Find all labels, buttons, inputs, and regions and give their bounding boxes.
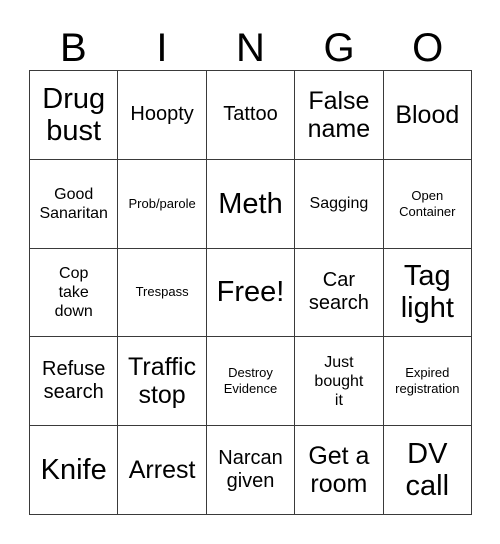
bingo-cell-label: Good Sanaritan — [39, 185, 108, 222]
bingo-grid: Drug bust Hoopty Tattoo False name Blood… — [29, 70, 472, 515]
bingo-cell[interactable]: Prob/parole — [118, 159, 207, 249]
bingo-cell[interactable]: Hoopty — [118, 71, 207, 160]
bingo-cell[interactable]: Meth — [206, 159, 296, 249]
bingo-cell[interactable]: Drug bust — [30, 71, 119, 160]
bingo-cell[interactable]: Narcan given — [206, 426, 296, 515]
bingo-cell[interactable]: Just bought it — [295, 337, 384, 427]
bingo-cell-label: Narcan given — [218, 447, 283, 493]
bingo-header-row: B I N G O — [29, 14, 472, 70]
bingo-cell[interactable]: Open Container — [383, 159, 472, 249]
bingo-cell[interactable]: DV call — [383, 426, 472, 515]
bingo-cell-label: Trespass — [135, 284, 189, 300]
bingo-cell-label: Traffic stop — [128, 353, 197, 410]
bingo-cell-label: Tag light — [400, 260, 454, 325]
bingo-cell-free[interactable]: Free! — [206, 248, 296, 338]
bingo-card: B I N G O Drug bust Hoopty Tattoo False … — [0, 0, 500, 544]
bingo-cell-label: Tattoo — [223, 103, 278, 126]
bingo-cell-label: Meth — [218, 187, 283, 220]
bingo-cell-label: Knife — [40, 454, 107, 487]
bingo-cell[interactable]: Refuse search — [30, 337, 119, 427]
bingo-cell-label: Hoopty — [130, 103, 194, 126]
bingo-cell[interactable]: Good Sanaritan — [30, 159, 119, 249]
header-letter-g: G — [323, 26, 355, 70]
bingo-cell-label: False name — [307, 86, 371, 143]
bingo-cell-label: Expired registration — [395, 365, 460, 397]
bingo-cell-label: DV call — [405, 438, 450, 503]
bingo-cell[interactable]: Tattoo — [206, 71, 296, 160]
bingo-cell[interactable]: False name — [295, 71, 384, 160]
bingo-cell-label: Refuse search — [42, 358, 106, 404]
header-letter-i: I — [156, 26, 168, 70]
bingo-cell[interactable]: Trespass — [118, 248, 207, 338]
bingo-cell-label: Destroy Evidence — [223, 365, 278, 397]
header-letter-b: B — [59, 26, 87, 70]
bingo-cell-label: Prob/parole — [128, 195, 196, 211]
bingo-cell-label: Arrest — [128, 456, 196, 485]
bingo-cell[interactable]: Knife — [30, 426, 119, 515]
bingo-cell[interactable]: Tag light — [383, 248, 472, 338]
bingo-cell-label: Just bought it — [314, 353, 364, 409]
bingo-cell-label: Car search — [308, 269, 369, 315]
bingo-cell[interactable]: Destroy Evidence — [206, 337, 296, 427]
bingo-cell[interactable]: Arrest — [118, 426, 207, 515]
bingo-cell-label: Free! — [216, 276, 285, 309]
bingo-cell-label: Drug bust — [42, 82, 106, 147]
bingo-cell[interactable]: Expired registration — [383, 337, 472, 427]
bingo-cell-label: Blood — [395, 100, 460, 129]
bingo-cell[interactable]: Get a room — [295, 426, 384, 515]
bingo-cell-label: Open Container — [399, 187, 456, 219]
bingo-cell[interactable]: Cop take down — [30, 248, 119, 338]
bingo-cell-label: Sagging — [309, 195, 369, 213]
header-letter-o: O — [412, 26, 444, 70]
bingo-cell[interactable]: Traffic stop — [118, 337, 207, 427]
bingo-cell[interactable]: Sagging — [295, 159, 384, 249]
bingo-cell[interactable]: Blood — [383, 71, 472, 160]
header-letter-n: N — [236, 26, 265, 70]
bingo-cell-label: Cop take down — [54, 264, 93, 320]
bingo-cell-label: Get a room — [308, 442, 370, 499]
bingo-cell[interactable]: Car search — [295, 248, 384, 338]
